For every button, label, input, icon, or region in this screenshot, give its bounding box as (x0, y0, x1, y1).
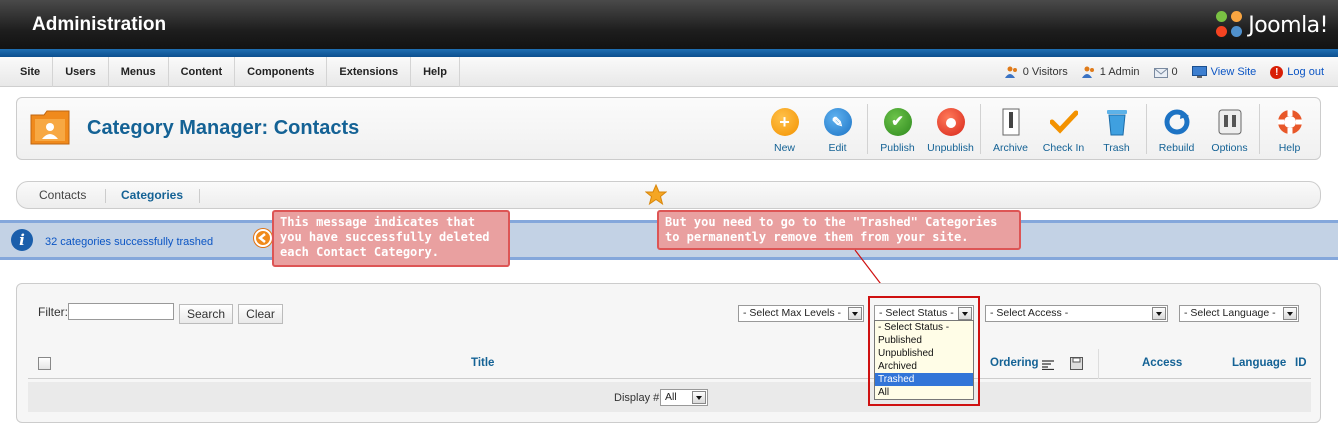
table-footer: Display # All (28, 382, 1311, 412)
chevron-down-icon (848, 307, 862, 320)
sort-icon[interactable] (1042, 360, 1054, 370)
filter-label: Filter: (38, 305, 68, 319)
column-language[interactable]: Language (1232, 357, 1286, 369)
display-limit-value: All (665, 391, 677, 403)
clear-button[interactable]: Clear (238, 304, 283, 324)
list-area: Filter: Search Clear - Select Max Levels… (16, 283, 1321, 423)
filter-search-input[interactable] (68, 303, 174, 320)
column-title[interactable]: Title (471, 357, 494, 369)
column-id[interactable]: ID (1295, 357, 1307, 369)
language-value: - Select Language - (1184, 307, 1276, 319)
column-access[interactable]: Access (1142, 357, 1182, 369)
language-select[interactable]: - Select Language - (1179, 305, 1299, 322)
chevron-down-icon (692, 391, 706, 404)
display-label: Display # (614, 392, 660, 404)
max-levels-select[interactable]: - Select Max Levels - (738, 305, 864, 322)
status-option-trashed[interactable]: Trashed (875, 373, 973, 386)
chevron-down-icon (1283, 307, 1297, 320)
display-limit-select[interactable]: All (660, 389, 708, 406)
save-order-icon[interactable] (1070, 357, 1083, 370)
search-button[interactable]: Search (179, 304, 233, 324)
status-option-all[interactable]: All (875, 386, 973, 399)
select-all-checkbox[interactable] (38, 357, 51, 370)
status-option-select[interactable]: - Select Status - (875, 321, 973, 334)
access-value: - Select Access - (990, 307, 1069, 319)
status-option-published[interactable]: Published (875, 334, 973, 347)
chevron-down-icon (1152, 307, 1166, 320)
status-option-archived[interactable]: Archived (875, 360, 973, 373)
status-dropdown-list: - Select Status - Published Unpublished … (874, 320, 974, 400)
access-select[interactable]: - Select Access - (985, 305, 1168, 322)
column-ordering[interactable]: Ordering (990, 357, 1039, 369)
table-header: Title Ordering Access Language ID (28, 349, 1311, 379)
column-divider (1098, 349, 1099, 379)
max-levels-value: - Select Max Levels - (743, 307, 842, 319)
status-option-unpublished[interactable]: Unpublished (875, 347, 973, 360)
